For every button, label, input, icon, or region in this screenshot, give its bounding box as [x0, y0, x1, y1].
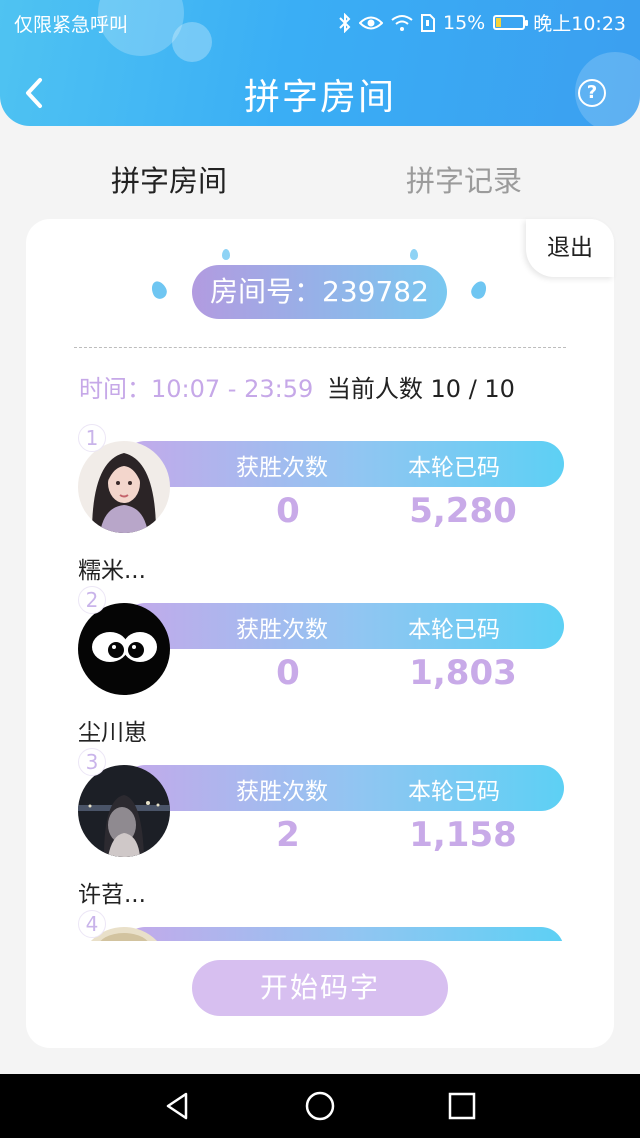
square-recents-icon [448, 1092, 476, 1120]
cartoon-eyes-avatar[interactable] [78, 603, 170, 695]
status-bar: 仅限紧急呼叫 15% 晚上10:23 [0, 0, 640, 44]
room-number-badge: 房间号：239782 [192, 265, 447, 319]
rank-badge: 4 [78, 910, 106, 938]
nav-home-button[interactable] [304, 1090, 336, 1122]
wins-value: 0 [276, 491, 300, 531]
battery-percent: 15% [443, 11, 486, 34]
chars-value: 1,158 [409, 815, 517, 855]
nav-recents-button[interactable] [446, 1090, 478, 1122]
chars-label: 本轮已码 [408, 779, 500, 805]
rank-badge: 2 [78, 586, 106, 614]
chars-label: 本轮已码 [408, 455, 500, 481]
app-header: 仅限紧急呼叫 15% 晚上10:23 拼字房间 ? [0, 0, 640, 126]
battery-icon [493, 15, 529, 30]
player-list[interactable]: 1 获胜次数 本轮已码 0 5,280 糯米... 2 获胜次数 本轮已码 0 … [26, 419, 614, 941]
triangle-back-icon [166, 1092, 188, 1120]
wins-label: 获胜次数 [236, 779, 328, 805]
wins-label: 获胜次数 [236, 617, 328, 643]
player-name: 糯米... [78, 558, 146, 584]
exit-button[interactable]: 退出 [526, 219, 614, 277]
player-count-label: 当前人数 [326, 375, 423, 403]
player-row: 2 获胜次数 本轮已码 0 1,803 尘川崽 [26, 581, 614, 746]
room-info-row: 时间：10:07 - 23:59 当前人数 10 / 10 [79, 369, 515, 404]
player-name: 尘川崽 [78, 720, 147, 746]
page-title: 拼字房间 [243, 77, 396, 118]
player-row: 1 获胜次数 本轮已码 0 5,280 糯米... [26, 419, 614, 584]
wins-value: 0 [276, 653, 300, 693]
wifi-icon [391, 14, 413, 32]
chars-label: 本轮已码 [408, 617, 500, 643]
player-count-value: 10 / 10 [430, 375, 515, 403]
rank-badge: 1 [78, 424, 106, 452]
droplet-icon [148, 278, 170, 302]
question-mark-icon: ? [586, 82, 598, 103]
system-nav-bar [0, 1074, 640, 1138]
droplet-icon [410, 249, 418, 260]
tab-room[interactable]: 拼字房间 [111, 158, 227, 200]
status-time: 晚上10:23 [533, 13, 626, 35]
circle-home-icon [305, 1091, 335, 1121]
chars-value: 1,803 [409, 653, 517, 693]
sim-card-icon [421, 13, 435, 32]
droplet-icon [468, 278, 490, 302]
wins-label: 获胜次数 [236, 455, 328, 481]
chars-value: 5,280 [409, 491, 517, 531]
start-typing-button[interactable]: 开始码字 [192, 960, 448, 1016]
help-button[interactable]: ? [578, 79, 606, 107]
wins-value: 2 [276, 815, 300, 855]
rank-badge: 3 [78, 748, 106, 776]
eye-icon [359, 15, 383, 31]
bluetooth-icon [339, 12, 351, 33]
wins-label: 获胜次数 [236, 934, 328, 941]
player-row: 3 获胜次数 本轮已码 2 1,158 许苕... [26, 743, 614, 908]
tab-record[interactable]: 拼字记录 [406, 158, 522, 200]
divider [74, 347, 566, 348]
time-range: 10:07 - 23:59 [151, 375, 314, 403]
girl-portrait-avatar[interactable] [78, 441, 170, 533]
room-card: 退出 房间号：239782 时间：10:07 - 23:59 当前人数 10 /… [26, 219, 614, 1048]
time-label: 时间： [79, 375, 151, 403]
droplet-icon [222, 249, 230, 260]
player-name: 许苕... [78, 882, 146, 908]
carrier-text: 仅限紧急呼叫 [14, 14, 129, 36]
player-row: 4 获胜次数 本轮已码 [26, 905, 614, 941]
chars-label: 本轮已码 [408, 934, 500, 941]
night-photo-avatar[interactable] [78, 765, 170, 857]
nav-back-button[interactable] [162, 1090, 194, 1122]
